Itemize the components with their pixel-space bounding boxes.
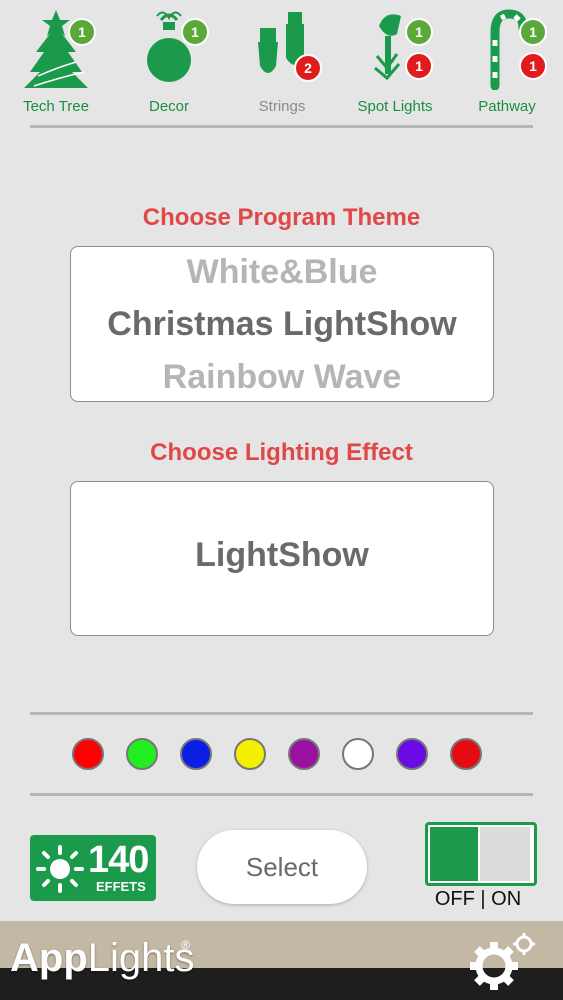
theme-option-selected[interactable]: Christmas LightShow [71, 305, 493, 344]
effect-heading: Choose Lighting Effect [150, 439, 413, 466]
color-swatch[interactable] [126, 738, 158, 770]
color-swatch[interactable] [342, 738, 374, 770]
nav-badge: 1 [519, 52, 547, 80]
effects-word: EFFETS [96, 879, 146, 894]
nav-pathway[interactable]: 1 1 Pathway [451, 0, 563, 122]
nav-label: Decor [148, 98, 189, 115]
nav-badge: 1 [519, 18, 547, 46]
brand-registered: ® [181, 938, 190, 952]
nav-strings[interactable]: 2 Strings [226, 0, 338, 122]
nav-badge: 1 [68, 18, 96, 46]
brand-bold: App [10, 936, 88, 980]
effects-count-badge[interactable]: 140 EFFETS [30, 835, 156, 901]
nav-label: Strings [258, 98, 306, 115]
divider [30, 712, 533, 715]
nav-label: Tech Tree [23, 98, 89, 115]
toggle-on-segment [430, 827, 478, 881]
nav-spot-lights[interactable]: 1 1 Spot Lights [339, 0, 451, 122]
nav-label: Spot Lights [357, 98, 433, 115]
nav-badge: 1 [181, 18, 209, 46]
divider [30, 125, 533, 128]
sun-icon [36, 845, 84, 893]
candy-cane-icon [490, 9, 528, 90]
nav-badge: 2 [294, 54, 322, 82]
toggle-knob [480, 827, 530, 881]
settings-gear-icon[interactable] [464, 930, 538, 992]
color-swatch[interactable] [180, 738, 212, 770]
divider [30, 793, 533, 796]
brand-logo: AppLights [10, 936, 195, 981]
nav-decor[interactable]: 1 Decor [113, 0, 225, 122]
ornament-icon [147, 11, 191, 82]
theme-heading: Choose Program Theme [142, 204, 421, 231]
color-swatch[interactable] [450, 738, 482, 770]
select-button[interactable]: Select [197, 830, 367, 904]
color-swatch[interactable] [288, 738, 320, 770]
spot-light-icon [374, 14, 401, 81]
theme-picker[interactable]: White&Blue Christmas LightShow Rainbow W… [70, 246, 494, 402]
effects-number: 140 [88, 839, 149, 881]
string-lights-icon [258, 12, 304, 73]
effect-value: LightShow [195, 536, 369, 574]
color-swatch[interactable] [396, 738, 428, 770]
color-swatch[interactable] [72, 738, 104, 770]
power-toggle[interactable] [425, 822, 537, 886]
nav-badge: 1 [405, 18, 433, 46]
device-nav: 1 Tech Tree 1 Decor 2 Strings 1 1 Spot L… [0, 0, 563, 128]
nav-badge: 1 [405, 52, 433, 80]
theme-option[interactable]: White&Blue [71, 253, 493, 292]
brand-light: Lights [87, 936, 195, 980]
color-swatch[interactable] [234, 738, 266, 770]
christmas-tree-icon [24, 10, 88, 88]
theme-option[interactable]: Rainbow Wave [71, 358, 493, 397]
effect-picker[interactable]: LightShow [70, 481, 494, 636]
nav-tech-tree[interactable]: 1 Tech Tree [0, 0, 112, 122]
power-toggle-label: OFF | ON [434, 888, 522, 910]
nav-label: Pathway [478, 98, 536, 115]
